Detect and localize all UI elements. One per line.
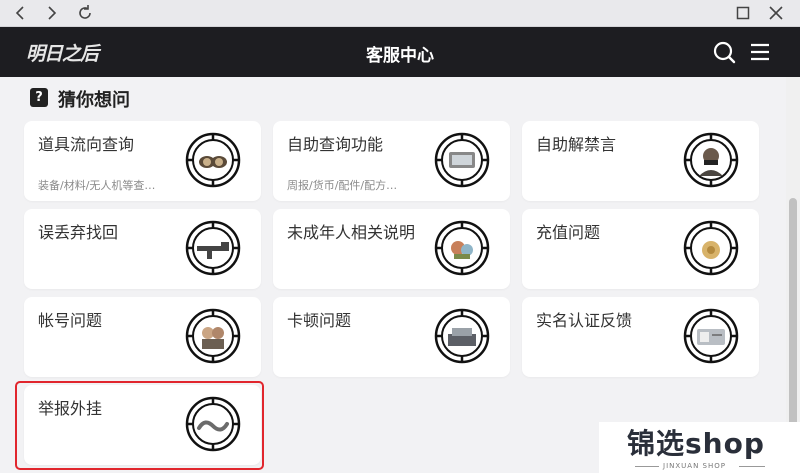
faq-card-label: 误丢弃找回 [38,223,119,242]
rifle-icon [185,220,241,276]
faq-card-label: 充值问题 [536,223,601,242]
faq-card[interactable]: 自助查询功能周报/货币/配件/配方… [273,121,510,201]
question-icon: ? [30,88,48,107]
menu-icon[interactable] [747,39,773,65]
masked-character-icon [683,132,739,188]
search-icon[interactable] [711,39,737,65]
faq-card[interactable]: 道具流向查询装备/材料/无人机等查… [24,121,261,201]
goggles-icon [185,132,241,188]
id-card-icon [683,308,739,364]
faq-card-label: 帐号问题 [38,311,103,330]
faq-card-subtitle: 装备/材料/无人机等查… [38,179,156,192]
faq-card-label: 卡顿问题 [287,311,352,330]
back-icon[interactable] [10,3,30,23]
characters-icon [185,308,241,364]
watermark-rule-left [635,466,659,467]
machine-icon [434,308,490,364]
window-chrome [0,0,800,27]
faq-card[interactable]: 误丢弃找回 [24,209,261,289]
faq-card[interactable]: 帐号问题 [24,297,261,377]
forward-icon[interactable] [42,3,62,23]
maximize-icon[interactable] [733,3,753,23]
faq-card[interactable]: 实名认证反馈 [522,297,759,377]
close-icon[interactable] [766,3,786,23]
watermark-rule-right [739,466,765,467]
refresh-icon[interactable] [75,3,95,23]
faq-card[interactable]: 未成年人相关说明 [273,209,510,289]
faq-card[interactable]: 卡顿问题 [273,297,510,377]
faq-card-label: 未成年人相关说明 [287,223,416,242]
faq-card-label: 自助解禁言 [536,135,617,154]
faq-card-subtitle: 周报/货币/配件/配方… [287,179,398,192]
watermark-brand: 锦选shop [627,427,765,460]
faq-card[interactable]: 自助解禁言 [522,121,759,201]
section-title: 猜你想问 [58,90,130,111]
coin-bag-icon [683,220,739,276]
faq-card-label: 自助查询功能 [287,135,384,154]
device-icon [434,132,490,188]
highlight-box [15,381,264,470]
watermark: 锦选shop JINXUAN SHOP [599,422,800,473]
toy-icon [434,220,490,276]
page-title: 客服中心 [366,46,434,66]
app-header: 明日之后 客服中心 [0,27,800,77]
watermark-tagline: JINXUAN SHOP [663,462,726,470]
faq-card-label: 实名认证反馈 [536,311,633,330]
faq-card[interactable]: 充值问题 [522,209,759,289]
faq-card-label: 道具流向查询 [38,135,135,154]
